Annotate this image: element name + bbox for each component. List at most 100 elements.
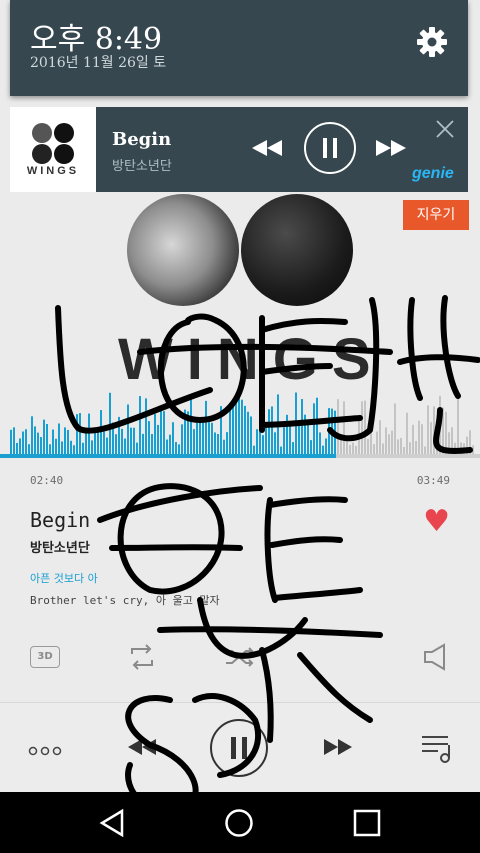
- waveform-bar: [367, 438, 369, 455]
- home-icon[interactable]: [224, 808, 254, 842]
- waveform-bar: [229, 404, 231, 455]
- waveform-bar: [391, 430, 393, 455]
- waveform-bar: [139, 396, 141, 455]
- waveform-bar: [277, 394, 279, 455]
- waveform-bar: [22, 431, 24, 455]
- waveform-bar: [214, 432, 216, 455]
- waveform-bar: [100, 410, 102, 455]
- waveform-bar: [247, 411, 249, 455]
- waveform-bar: [148, 421, 150, 455]
- waveform-bar: [196, 422, 198, 455]
- waveform-bar: [394, 403, 396, 455]
- repeat-icon[interactable]: [127, 643, 157, 675]
- track-title: Begin: [30, 508, 91, 532]
- waveform-bar: [94, 432, 96, 455]
- waveform-visualizer[interactable]: [0, 385, 480, 460]
- total-time: 03:49: [416, 474, 450, 487]
- waveform-bar: [13, 427, 15, 455]
- waveform-bar: [451, 427, 453, 455]
- waveform-bar: [46, 423, 48, 455]
- waveform-bar: [334, 410, 336, 455]
- waveform-bar: [271, 406, 273, 455]
- waveform-bar: [337, 399, 339, 455]
- waveform-bar: [370, 419, 372, 455]
- waveform-bar: [445, 411, 447, 455]
- back-icon[interactable]: [98, 808, 128, 842]
- album-circle-right: [241, 194, 353, 306]
- waveform-bar: [325, 438, 327, 455]
- waveform-bar: [268, 409, 270, 455]
- waveform-bar: [307, 421, 309, 455]
- waveform-bar: [106, 437, 108, 455]
- volume-icon[interactable]: [422, 643, 450, 675]
- waveform-bar: [262, 435, 264, 455]
- waveform-bar: [238, 396, 240, 455]
- waveform-bar: [58, 423, 60, 455]
- playlist-icon[interactable]: [420, 733, 454, 769]
- waveform-bar: [130, 427, 132, 455]
- waveform-bar: [25, 429, 27, 455]
- seek-bar-fill: [0, 454, 336, 458]
- waveform-bar: [418, 420, 420, 455]
- like-heart-icon[interactable]: ♥: [423, 504, 450, 539]
- waveform-bar: [250, 416, 252, 455]
- waveform-bar: [151, 434, 153, 455]
- notif-next-icon[interactable]: [374, 138, 408, 162]
- waveform-bar: [421, 424, 423, 455]
- waveform-bar: [160, 405, 162, 455]
- waveform-bar: [145, 398, 147, 455]
- lyric-current[interactable]: 아픈 것보다 아: [30, 570, 98, 586]
- waveform-bar: [313, 403, 315, 455]
- shuffle-icon[interactable]: [224, 645, 256, 673]
- clear-drawing-button[interactable]: 지우기: [403, 200, 469, 230]
- track-artist: 방탄소년단: [30, 541, 90, 556]
- android-nav-bar: [0, 792, 480, 853]
- waveform-bar: [304, 414, 306, 455]
- notif-pause-icon[interactable]: [304, 122, 356, 174]
- pause-icon[interactable]: [210, 719, 268, 777]
- waveform-bar: [133, 427, 135, 455]
- waveform-bar: [328, 408, 330, 455]
- notif-prev-icon[interactable]: [250, 138, 284, 162]
- prev-icon[interactable]: [126, 737, 158, 761]
- waveform-bar: [115, 434, 117, 455]
- waveform-bar: [37, 432, 39, 455]
- waveform-bar: [124, 438, 126, 455]
- waveform-bar: [343, 401, 345, 455]
- waveform-bar: [55, 438, 57, 455]
- waveform-bar: [70, 440, 72, 455]
- brand-logo: genie: [412, 165, 454, 182]
- waveform-bar: [295, 392, 297, 455]
- album-cover-art: WINGS: [60, 180, 420, 420]
- waveform-bar: [259, 427, 261, 455]
- waveform-bar: [469, 430, 471, 455]
- waveform-bar: [109, 392, 111, 455]
- waveform-bar: [199, 419, 201, 455]
- waveform-bar: [385, 427, 387, 455]
- recent-apps-icon[interactable]: [352, 808, 382, 842]
- waveform-bar: [181, 424, 183, 455]
- waveform-bar: [79, 413, 81, 455]
- seek-bar[interactable]: [0, 454, 480, 458]
- settings-icon[interactable]: [416, 26, 448, 62]
- elapsed-time: 02:40: [30, 474, 64, 487]
- waveform-bar: [319, 432, 321, 455]
- next-icon[interactable]: [322, 737, 354, 761]
- waveform-bar: [61, 441, 63, 455]
- lyric-next[interactable]: Brother let's cry, 아 울고 말자: [30, 592, 220, 608]
- close-icon[interactable]: [435, 119, 455, 143]
- notification-album-logo: WINGS: [26, 165, 80, 177]
- waveform-bar: [220, 406, 222, 455]
- album-circle-left: [127, 194, 239, 306]
- waveform-bar: [442, 407, 444, 455]
- waveform-bar: [52, 429, 54, 455]
- album-title-art: WINGS: [118, 327, 385, 392]
- waveform-bar: [40, 437, 42, 455]
- media-notification[interactable]: WINGS Begin 방탄소년단 genie: [10, 107, 468, 192]
- 3d-sound-button[interactable]: 3D: [30, 646, 60, 668]
- waveform-bar: [457, 398, 459, 455]
- more-icon[interactable]: [28, 741, 62, 760]
- waveform-bar: [112, 422, 114, 455]
- waveform-bar: [397, 439, 399, 455]
- waveform-bar: [301, 399, 303, 455]
